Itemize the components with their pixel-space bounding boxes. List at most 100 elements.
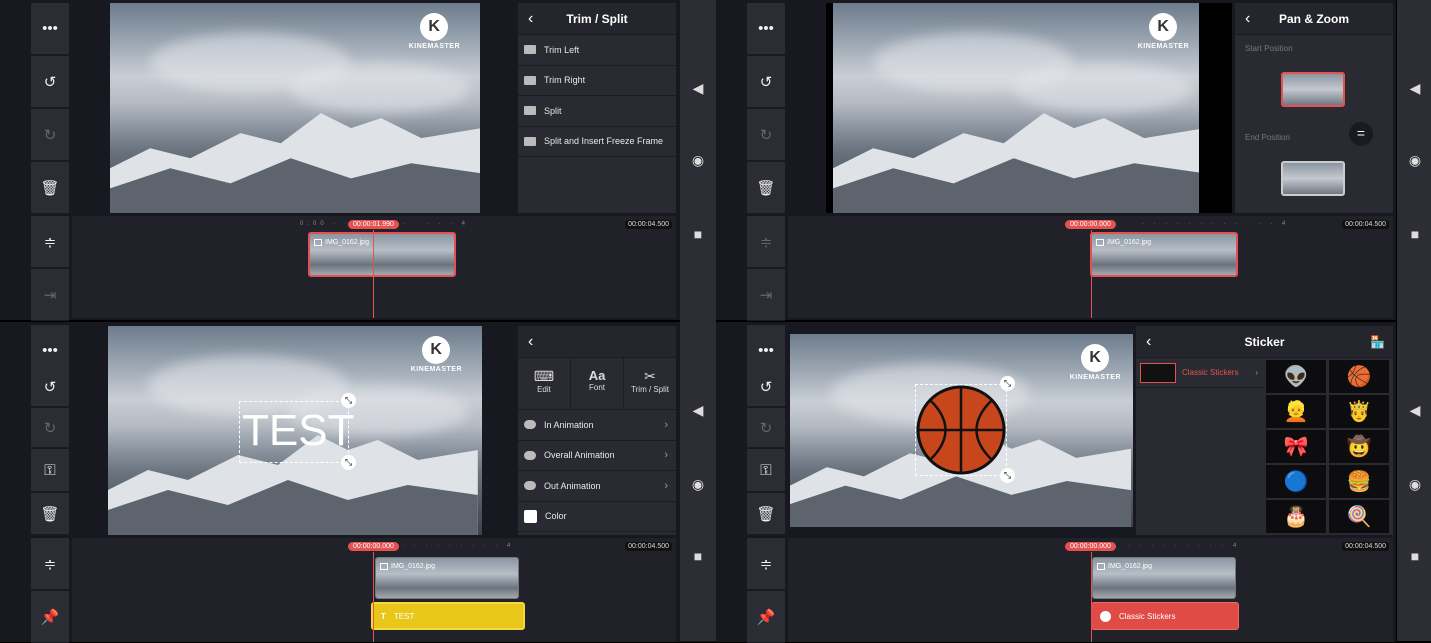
delete-button[interactable]: 🗑 (31, 162, 69, 214)
sticker-alien[interactable]: 👽 (1266, 360, 1326, 393)
image-icon (314, 239, 322, 246)
playhead[interactable] (1091, 230, 1092, 318)
sticker-layer-clip[interactable]: Classic Stickers (1091, 602, 1239, 630)
more-icon: ••• (758, 342, 774, 359)
redo-button[interactable]: ↻ (31, 408, 69, 448)
video-preview[interactable]: K KINEMASTER (826, 3, 1232, 213)
video-preview[interactable]: K KINEMASTER TEST ⤡ ⤡ (108, 326, 482, 535)
redo-button[interactable]: ↻ (31, 109, 69, 161)
delete-button[interactable]: 🗑 (31, 493, 69, 535)
timeline[interactable]: · · · · · · · · · 4 00:00:00.000 00:00:0… (72, 538, 676, 642)
delete-button[interactable]: 🗑 (747, 162, 785, 214)
timeline[interactable]: · · · · · · · · · · · · 4 00:00:00.000 0… (788, 216, 1393, 318)
home-circle-icon[interactable]: ◉ (680, 152, 716, 169)
back-triangle-icon[interactable]: ◀ (680, 80, 716, 97)
menu-item-in-animation[interactable]: In Animation › (518, 410, 676, 441)
playhead[interactable] (1091, 552, 1092, 642)
video-preview[interactable]: K KINEMASTER ⤡ ⤡ (790, 334, 1133, 527)
playhead[interactable] (373, 230, 374, 318)
recents-square-icon[interactable]: ■ (680, 226, 716, 242)
undo-button[interactable]: ↺ (31, 56, 69, 108)
timeline[interactable]: · · · · · · · · · 4 00:00:00.000 00:00:0… (788, 538, 1393, 642)
panel-title: Sticker (1244, 334, 1285, 349)
resize-handle[interactable]: ⤡ (1000, 468, 1015, 483)
redo-button[interactable]: ↻ (747, 109, 785, 161)
pin-button[interactable]: 📌 (747, 591, 785, 643)
undo-button[interactable]: ↺ (31, 367, 69, 407)
undo-button[interactable]: ↺ (747, 367, 785, 407)
sticker-crown-guy[interactable]: 🤴 (1329, 395, 1389, 428)
sticker-cake[interactable]: 🎂 (1266, 500, 1326, 533)
recents-square-icon[interactable]: ■ (1397, 226, 1431, 242)
timeline[interactable]: 0:00 · · · · · · · · · · · 4 00:00:01.99… (72, 216, 676, 318)
tab-edit[interactable]: ⌨ Edit (518, 358, 571, 409)
tab-font[interactable]: Aa Font (571, 358, 624, 409)
delete-button[interactable]: 🗑 (747, 493, 785, 535)
android-nav-bar-right: ◀ ◉ ■ ◀ ◉ ■ (1397, 0, 1431, 641)
sticker-basketball[interactable]: 🏀 (1329, 360, 1389, 393)
category-classic-stickers[interactable]: Classic Stickers › (1136, 358, 1264, 388)
timeline-adjust-icon: ≑ (759, 555, 773, 573)
video-preview[interactable]: K KINEMASTER (110, 3, 480, 213)
pin-button[interactable]: 📌 (31, 591, 69, 643)
jump-button[interactable]: ⇥ (31, 269, 69, 321)
back-button[interactable]: ‹ (528, 333, 533, 351)
resize-handle[interactable]: ⤡ (341, 455, 356, 470)
home-circle-icon[interactable]: ◉ (680, 476, 716, 493)
rotate-handle[interactable]: ⤡ (341, 393, 356, 408)
video-clip[interactable]: IMG_0162.jpg (308, 232, 456, 277)
menu-item-split[interactable]: Split (518, 96, 676, 127)
timeline-adjust-button[interactable]: ≑ (747, 216, 785, 268)
sticker-burger[interactable]: 🍔 (1329, 465, 1389, 498)
home-circle-icon[interactable]: ◉ (1397, 152, 1431, 169)
back-button[interactable]: ‹ (1146, 333, 1151, 351)
menu-item-trim-right[interactable]: Trim Right (518, 66, 676, 96)
video-clip[interactable]: IMG_0162.jpg (1092, 557, 1236, 599)
back-triangle-icon[interactable]: ◀ (680, 402, 716, 419)
menu-item-color[interactable]: Color (518, 502, 676, 532)
basketball-sticker[interactable] (916, 385, 1006, 475)
menu-item-out-animation[interactable]: Out Animation › (518, 471, 676, 502)
timeline-adjust-button[interactable]: ≑ (31, 538, 69, 590)
redo-icon: ↻ (43, 126, 57, 144)
overlay-text[interactable]: TEST (242, 406, 354, 456)
menu-item-trim-left[interactable]: Trim Left (518, 35, 676, 66)
more-button[interactable]: ••• (747, 3, 785, 55)
sticker-hat[interactable]: 🤠 (1329, 430, 1389, 463)
back-triangle-icon[interactable]: ◀ (1397, 80, 1431, 97)
video-clip[interactable]: IMG_0162.jpg (375, 557, 519, 599)
back-triangle-icon[interactable]: ◀ (1397, 402, 1431, 419)
sticker-lollipop[interactable]: 🍭 (1329, 500, 1389, 533)
end-position-thumbnail[interactable] (1281, 161, 1345, 196)
recents-square-icon[interactable]: ■ (1397, 548, 1431, 564)
delete-icon: 🗑 (40, 505, 60, 523)
sticker-bowling-ball[interactable]: 🔵 (1266, 465, 1326, 498)
keyframe-button[interactable]: ⚿ (31, 449, 69, 492)
menu-item-overall-animation[interactable]: Overall Animation › (518, 441, 676, 471)
swap-positions-button[interactable]: = (1349, 122, 1373, 146)
menu-item-split-freeze[interactable]: Split and Insert Freeze Frame (518, 127, 676, 157)
back-button[interactable]: ‹ (1245, 10, 1250, 28)
more-button[interactable]: ••• (31, 3, 69, 55)
home-circle-icon[interactable]: ◉ (1397, 476, 1431, 493)
store-icon[interactable]: 🏪 (1370, 335, 1385, 349)
undo-icon: ↺ (43, 378, 57, 396)
playhead[interactable] (373, 552, 374, 642)
kinemaster-watermark: K KINEMASTER (411, 336, 462, 373)
rotate-handle[interactable]: ⤡ (1000, 376, 1015, 391)
back-button[interactable]: ‹ (528, 10, 533, 28)
tab-trim-split[interactable]: ✂ Trim / Split (624, 358, 676, 409)
keyframe-button[interactable]: ⚿ (747, 449, 785, 492)
timeline-adjust-button[interactable]: ≑ (31, 216, 69, 268)
sticker-blonde-wig[interactable]: 👱 (1266, 395, 1326, 428)
jump-button[interactable]: ⇥ (747, 269, 785, 321)
timeline-adjust-button[interactable]: ≑ (747, 538, 785, 590)
start-position-thumbnail[interactable] (1281, 72, 1345, 107)
undo-button[interactable]: ↺ (747, 56, 785, 108)
kinemaster-logo-icon: K (1149, 13, 1178, 41)
recents-square-icon[interactable]: ■ (680, 548, 716, 564)
video-clip[interactable]: IMG_0162.jpg (1090, 232, 1238, 277)
sticker-bow[interactable]: 🎀 (1266, 430, 1326, 463)
redo-button[interactable]: ↻ (747, 408, 785, 448)
text-layer-clip[interactable]: T TEST (371, 602, 525, 630)
